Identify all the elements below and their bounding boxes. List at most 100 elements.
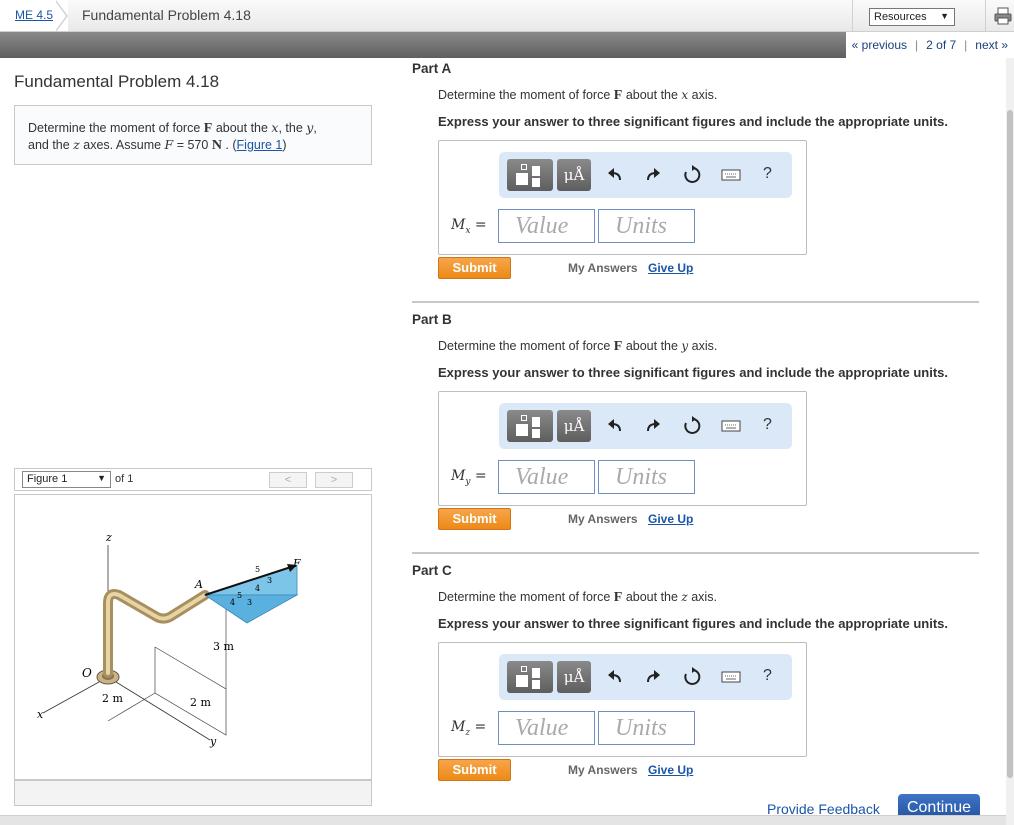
divider (852, 0, 853, 31)
value-input[interactable]: Value (498, 209, 595, 243)
templates-button[interactable] (507, 661, 553, 693)
label-y: y (209, 735, 217, 748)
my-answers-link[interactable]: My Answers (568, 763, 638, 777)
ratio-3a: 3 (267, 576, 272, 585)
course-link[interactable]: ME 4.5 (15, 8, 53, 22)
equation-toolbar: μÅ ? (499, 654, 792, 700)
page-position: 2 of 7 (926, 38, 957, 52)
my-answers-link[interactable]: My Answers (568, 261, 638, 275)
answer-box: μÅ ? Mx = Value Units (438, 140, 807, 255)
question-fragment: axis. (688, 88, 718, 102)
divider (985, 0, 986, 31)
divider: | (964, 38, 968, 52)
figure-select[interactable]: Figure 1 ▼ (22, 471, 111, 488)
part-title: Part C (412, 563, 452, 578)
problem-panel: Fundamental Problem 4.18 Determine the m… (0, 58, 385, 825)
chevron-down-icon: ▼ (940, 11, 949, 21)
divider (412, 552, 979, 554)
label-x: x (37, 708, 44, 721)
units-input[interactable]: Units (598, 711, 695, 745)
divider (412, 301, 979, 303)
ratio-4a: 4 (255, 584, 260, 593)
submit-button[interactable]: Submit (438, 257, 511, 279)
keyboard-icon[interactable] (721, 667, 741, 687)
undo-icon[interactable] (605, 667, 625, 687)
templates-button[interactable] (507, 410, 553, 442)
instructions: Express your answer to three significant… (438, 616, 948, 631)
problem-statement: Determine the moment of force F about th… (14, 105, 372, 165)
keyboard-icon[interactable] (721, 416, 741, 436)
next-link[interactable]: next » (969, 38, 1014, 52)
statement-text: and the (28, 138, 74, 152)
redo-icon[interactable] (643, 416, 663, 436)
answer-box: μÅ ? Mz = Value Units (438, 642, 807, 757)
figure-count: of 1 (115, 473, 134, 485)
variable-symbol: M (451, 719, 466, 735)
scrollbar-thumb[interactable] (1007, 110, 1013, 778)
question-fragment: axis. (687, 590, 717, 604)
undo-icon[interactable] (605, 416, 625, 436)
resources-dropdown[interactable]: Resources ▼ (869, 8, 955, 26)
figure-link[interactable]: Figure 1 (237, 138, 283, 152)
variable-label: My = (451, 468, 487, 487)
units-symbols-button[interactable]: μÅ (557, 661, 591, 693)
question-fragment: Determine the moment of force (438, 590, 614, 604)
help-icon[interactable]: ? (763, 667, 772, 685)
statement-text: , the (278, 121, 307, 135)
label-z: z (105, 531, 112, 544)
force-value: = 570 (173, 138, 212, 152)
reset-icon[interactable] (682, 667, 702, 687)
dim-3m: 3 m (213, 640, 234, 653)
label-O: O (82, 666, 92, 680)
units-symbols-button[interactable]: μÅ (557, 410, 591, 442)
nav-bar: « previous | 2 of 7 | next » (0, 32, 1014, 58)
label-A: A (194, 578, 203, 591)
give-up-link[interactable]: Give Up (648, 261, 693, 275)
parts-panel: Part A Determine the moment of force F a… (400, 58, 1006, 825)
reset-icon[interactable] (682, 416, 702, 436)
figure-next-button[interactable]: > (315, 472, 353, 488)
give-up-link[interactable]: Give Up (648, 763, 693, 777)
reset-icon[interactable] (682, 165, 702, 185)
submit-button[interactable]: Submit (438, 759, 511, 781)
figure-prev-button[interactable]: < (269, 472, 307, 488)
redo-icon[interactable] (643, 667, 663, 687)
keyboard-icon[interactable] (721, 165, 741, 185)
redo-icon[interactable] (643, 165, 663, 185)
value-input[interactable]: Value (498, 711, 595, 745)
templates-button[interactable] (507, 159, 553, 191)
force-symbol: F (164, 137, 174, 152)
help-icon[interactable]: ? (763, 165, 772, 183)
figure-frame: z x y O 3 m 2 m 2 m A F 5 3 4 5 4 3 (14, 494, 372, 780)
units-input[interactable]: Units (598, 209, 695, 243)
question-fragment: about the (622, 590, 682, 604)
submit-button[interactable]: Submit (438, 508, 511, 530)
previous-link[interactable]: « previous (846, 38, 913, 52)
statement-text: axes. Assume (79, 138, 165, 152)
ratio-5b: 5 (237, 591, 242, 600)
undo-icon[interactable] (605, 165, 625, 185)
print-icon[interactable] (994, 7, 1012, 25)
question-fragment: about the (622, 88, 682, 102)
resources-label: Resources (874, 11, 927, 23)
units-input[interactable]: Units (598, 460, 695, 494)
dim-2m-b: 2 m (190, 696, 211, 709)
equals-sign: = (470, 719, 487, 735)
equals-sign: = (470, 217, 487, 233)
value-input[interactable]: Value (498, 460, 595, 494)
help-icon[interactable]: ? (763, 416, 772, 434)
bottom-strip (0, 815, 1006, 825)
figure-select-label: Figure 1 (27, 473, 68, 485)
equation-toolbar: μÅ ? (499, 403, 792, 449)
give-up-link[interactable]: Give Up (648, 512, 693, 526)
question-text: Determine the moment of force F about th… (438, 88, 717, 104)
ratio-3b: 3 (247, 598, 252, 607)
equation-toolbar: μÅ ? (499, 152, 792, 198)
breadcrumb-problem: Fundamental Problem 4.18 (82, 7, 251, 23)
statement-text: . ( (221, 138, 237, 152)
label-F: F (292, 557, 301, 570)
units-symbols-button[interactable]: μÅ (557, 159, 591, 191)
question-text: Determine the moment of force F about th… (438, 339, 717, 355)
my-answers-link[interactable]: My Answers (568, 512, 638, 526)
variable-symbol: M (451, 468, 466, 484)
